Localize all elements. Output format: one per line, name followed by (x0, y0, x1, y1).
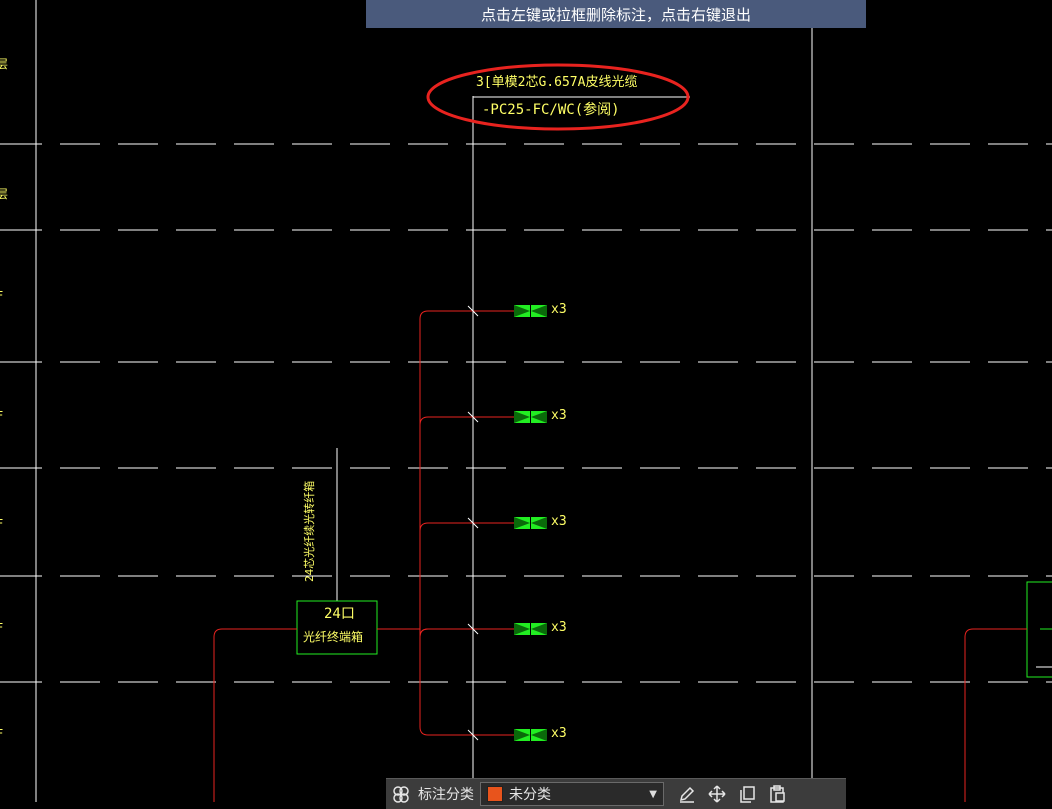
floor-label-0: 层 (0, 57, 9, 71)
floor-label-2: F (0, 290, 3, 302)
category-label: 标注分类 (418, 787, 474, 803)
wire-join (419, 628, 429, 638)
layers-icon[interactable] (386, 782, 416, 806)
outlet-symbol-4[interactable] (514, 729, 547, 741)
outlet-label-0: x3 (551, 302, 567, 317)
panel-left-wire (213, 628, 297, 802)
right-partial-wire (964, 628, 1027, 802)
floor-label-6: F (0, 728, 3, 740)
copy-icon[interactable] (732, 782, 762, 806)
floor-label-3: F (0, 410, 3, 422)
wire-branch-1 (419, 416, 514, 426)
outlet-symbol-0[interactable] (514, 305, 547, 317)
annotation-line-2[interactable]: -PC25-FC/WC(参阅) (482, 103, 620, 117)
panel-title: 24口 (324, 606, 355, 622)
annotation-line-1[interactable]: 3[单模2芯G.657A皮线光缆 (476, 76, 637, 89)
floor-label-4: F (0, 518, 3, 530)
wire-branch-2 (419, 522, 514, 532)
category-color-swatch (487, 786, 503, 802)
outlet-label-3: x3 (551, 620, 567, 635)
outlet-label-1: x3 (551, 408, 567, 423)
move-icon[interactable] (702, 782, 732, 806)
wire-branch-3 (419, 628, 514, 638)
annotation-toolbar: 标注分类 未分类 ▼ (386, 778, 846, 809)
outlet-label-2: x3 (551, 514, 567, 529)
edit-icon[interactable] (672, 782, 702, 806)
paste-icon[interactable] (762, 782, 792, 806)
category-dropdown[interactable]: 未分类 ▼ (480, 782, 664, 806)
instruction-text: 点击左键或拉框删除标注，点击右键退出 (480, 5, 751, 24)
chevron-down-icon: ▼ (649, 788, 657, 800)
cad-drawing-canvas[interactable] (0, 0, 1052, 802)
instruction-banner: 点击左键或拉框删除标注，点击右键退出 (366, 0, 866, 28)
outlet-label-4: x3 (551, 726, 567, 741)
wiring-group (419, 305, 514, 741)
panel-name: 光纤终端箱 (303, 630, 364, 644)
outlet-group (514, 305, 547, 741)
outlet-symbol-3[interactable] (514, 623, 547, 635)
wire-branch-4 (419, 726, 514, 736)
category-dropdown-value: 未分类 (509, 787, 551, 803)
wire-branch-0 (419, 310, 514, 320)
floor-label-1: 层 (0, 187, 9, 201)
floor-label-5: F (0, 622, 3, 634)
outlet-symbol-1[interactable] (514, 411, 547, 423)
panel-vertical-note: 24芯光纤续光转纤箱 (303, 480, 316, 582)
outlet-symbol-2[interactable] (514, 517, 547, 529)
